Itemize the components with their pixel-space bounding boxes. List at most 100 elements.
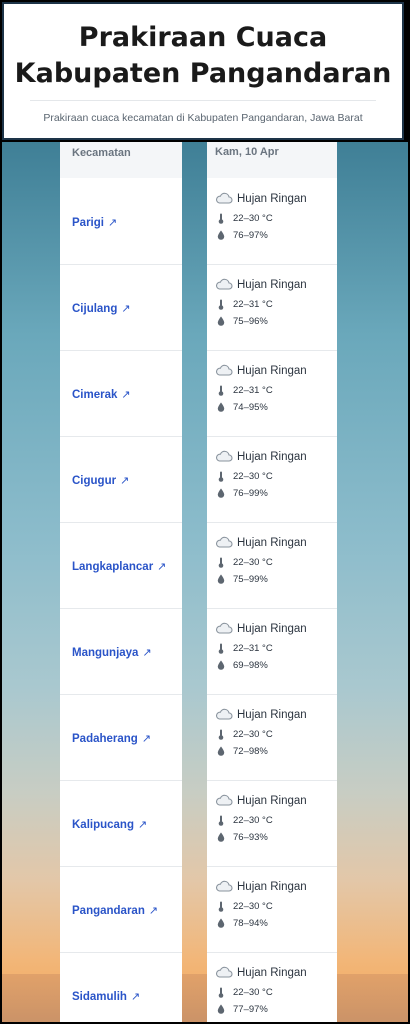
humidity-text: 78–94% bbox=[233, 917, 268, 929]
humidity-text: 77–97% bbox=[233, 1003, 268, 1015]
weather-condition: Hujan Ringan bbox=[215, 706, 335, 724]
temperature-range: 22–30 °C bbox=[215, 555, 335, 569]
temperature-text: 22–30 °C bbox=[233, 986, 273, 998]
cloud-rain-icon bbox=[215, 794, 233, 806]
district-link-8[interactable]: Pangandaran ↗ bbox=[72, 904, 158, 917]
temperature-text: 22–31 °C bbox=[233, 642, 273, 654]
condition-text: Hujan Ringan bbox=[237, 881, 307, 893]
condition-text: Hujan Ringan bbox=[237, 279, 307, 291]
weather-condition: Hujan Ringan bbox=[215, 792, 335, 810]
condition-text: Hujan Ringan bbox=[237, 623, 307, 635]
humidity-range: 76–97% bbox=[215, 228, 335, 242]
district-name: Sidamulih bbox=[72, 991, 127, 1003]
district-link-9[interactable]: Sidamulih ↗ bbox=[72, 990, 140, 1003]
page-subtitle: Prakiraan cuaca kecamatan di Kabupaten P… bbox=[43, 112, 363, 124]
district-name: Cimerak bbox=[72, 389, 118, 401]
row-divider bbox=[207, 694, 337, 695]
cloud-rain-icon bbox=[215, 536, 233, 548]
thermometer-icon bbox=[215, 385, 227, 396]
humidity-text: 76–93% bbox=[233, 831, 268, 843]
page-header: Prakiraan Cuaca Kabupaten Pangandaran Pr… bbox=[2, 2, 404, 140]
temperature-text: 22–30 °C bbox=[233, 556, 273, 568]
temperature-range: 22–31 °C bbox=[215, 383, 335, 397]
row-divider bbox=[207, 264, 337, 265]
row-divider bbox=[207, 350, 337, 351]
forecast-column: Kam, 10 Apr Hujan Ringan 22–30 °C 76–97% Hu… bbox=[207, 142, 337, 1022]
forecast-date-header: Kam, 10 Apr bbox=[215, 146, 279, 158]
thermometer-icon bbox=[215, 987, 227, 998]
droplet-icon bbox=[215, 918, 227, 928]
weather-condition: Hujan Ringan bbox=[215, 190, 335, 208]
forecast-panel: Kecamatan Parigi ↗ Cijulang ↗ Cimerak ↗ Cigugu… bbox=[2, 142, 408, 1022]
condition-text: Hujan Ringan bbox=[237, 709, 307, 721]
district-link-0[interactable]: Parigi ↗ bbox=[72, 216, 117, 229]
row-divider bbox=[207, 780, 337, 781]
district-link-6[interactable]: Padaherang ↗ bbox=[72, 732, 151, 745]
condition-text: Hujan Ringan bbox=[237, 193, 307, 205]
district-link-1[interactable]: Cijulang ↗ bbox=[72, 302, 131, 315]
condition-text: Hujan Ringan bbox=[237, 795, 307, 807]
condition-text: Hujan Ringan bbox=[237, 967, 307, 979]
row-divider bbox=[60, 436, 182, 437]
humidity-text: 76–99% bbox=[233, 487, 268, 499]
thermometer-icon bbox=[215, 643, 227, 654]
cloud-rain-icon bbox=[215, 192, 233, 204]
row-divider bbox=[60, 264, 182, 265]
condition-text: Hujan Ringan bbox=[237, 365, 307, 377]
cloud-rain-icon bbox=[215, 364, 233, 376]
weather-condition: Hujan Ringan bbox=[215, 448, 335, 466]
district-name: Mangunjaya bbox=[72, 647, 139, 659]
external-link-icon: ↗ bbox=[121, 303, 131, 315]
row-divider bbox=[60, 866, 182, 867]
forecast-cell: Hujan Ringan 22–30 °C 76–97% bbox=[215, 190, 335, 242]
row-divider bbox=[60, 780, 182, 781]
temperature-range: 22–31 °C bbox=[215, 641, 335, 655]
row-divider bbox=[207, 952, 337, 953]
external-link-icon: ↗ bbox=[137, 819, 148, 831]
weather-condition: Hujan Ringan bbox=[215, 362, 335, 380]
district-name: Cijulang bbox=[72, 303, 118, 315]
humidity-range: 75–99% bbox=[215, 572, 335, 586]
weather-condition: Hujan Ringan bbox=[215, 534, 335, 552]
cloud-rain-icon bbox=[215, 450, 233, 462]
humidity-text: 75–96% bbox=[233, 315, 268, 327]
district-link-3[interactable]: Cigugur ↗ bbox=[72, 474, 129, 487]
condition-text: Hujan Ringan bbox=[237, 537, 307, 549]
district-link-2[interactable]: Cimerak ↗ bbox=[72, 388, 131, 401]
temperature-range: 22–30 °C bbox=[215, 727, 335, 741]
temperature-range: 22–30 °C bbox=[215, 985, 335, 999]
temperature-text: 22–31 °C bbox=[233, 384, 273, 396]
district-name: Padaherang bbox=[72, 733, 138, 745]
forecast-cell: Hujan Ringan 22–31 °C 74–95% bbox=[215, 362, 335, 414]
weather-condition: Hujan Ringan bbox=[215, 964, 335, 982]
droplet-icon bbox=[215, 746, 227, 756]
district-link-4[interactable]: Langkaplancar ↗ bbox=[72, 560, 166, 573]
cloud-rain-icon bbox=[215, 278, 233, 290]
weather-condition: Hujan Ringan bbox=[215, 276, 335, 294]
thermometer-icon bbox=[215, 901, 227, 912]
district-link-5[interactable]: Mangunjaya ↗ bbox=[72, 646, 152, 659]
thermometer-icon bbox=[215, 471, 227, 482]
external-link-icon: ↗ bbox=[121, 389, 131, 401]
temperature-text: 22–30 °C bbox=[233, 900, 273, 912]
droplet-icon bbox=[215, 574, 227, 584]
district-link-7[interactable]: Kalipucang ↗ bbox=[72, 818, 147, 831]
external-link-icon: ↗ bbox=[142, 647, 152, 659]
temperature-text: 22–30 °C bbox=[233, 212, 273, 224]
humidity-range: 74–95% bbox=[215, 400, 335, 414]
humidity-text: 69–98% bbox=[233, 659, 268, 671]
weather-condition: Hujan Ringan bbox=[215, 620, 335, 638]
droplet-icon bbox=[215, 1004, 227, 1014]
header-divider bbox=[30, 100, 376, 101]
droplet-icon bbox=[215, 488, 227, 498]
district-name: Kalipucang bbox=[72, 819, 134, 831]
temperature-text: 22–30 °C bbox=[233, 728, 273, 740]
district-column: Kecamatan Parigi ↗ Cijulang ↗ Cimerak ↗ Cigugu… bbox=[60, 142, 182, 1022]
temperature-range: 22–30 °C bbox=[215, 211, 335, 225]
temperature-range: 22–31 °C bbox=[215, 297, 335, 311]
humidity-range: 76–99% bbox=[215, 486, 335, 500]
droplet-icon bbox=[215, 316, 227, 326]
row-divider bbox=[207, 522, 337, 523]
weather-condition: Hujan Ringan bbox=[215, 878, 335, 896]
district-name: Cigugur bbox=[72, 475, 117, 487]
